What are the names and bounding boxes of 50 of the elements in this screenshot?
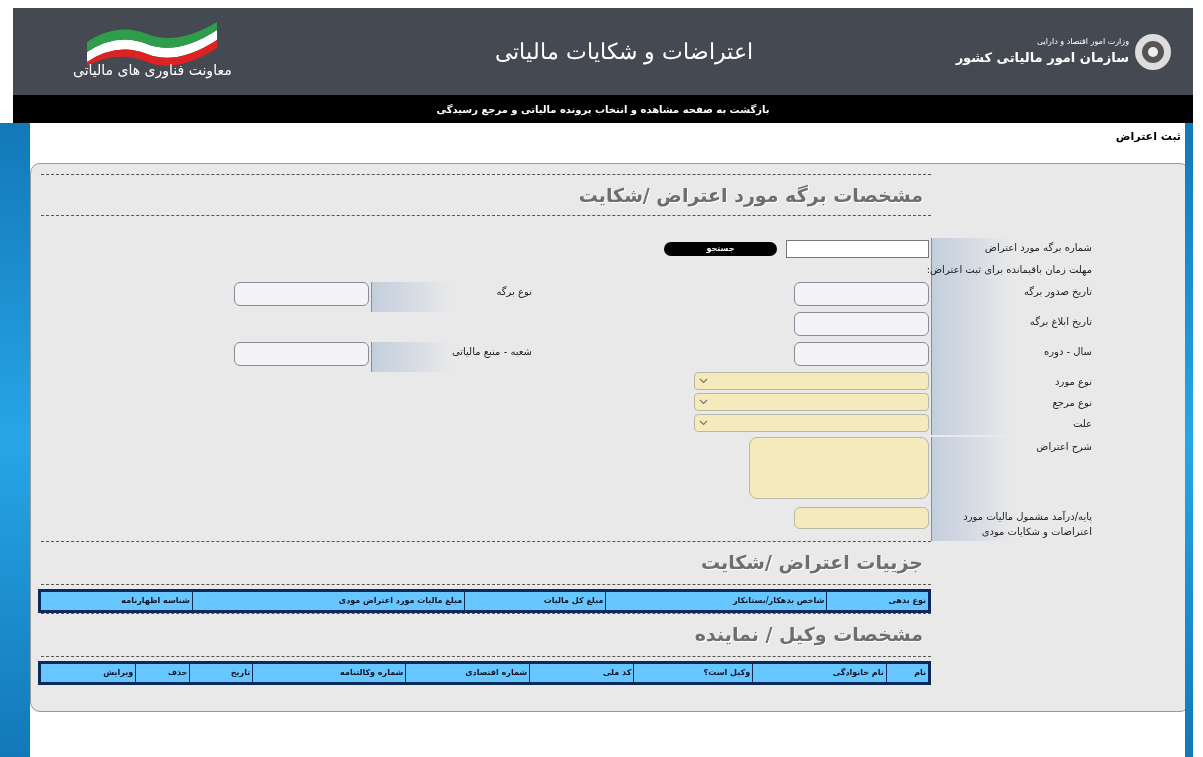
field-label: شعبه - منبع مالیاتی: [450, 345, 532, 359]
section-title: مشخصات برگه مورد اعتراض /شکایت: [578, 183, 923, 209]
input-field[interactable]: [794, 312, 929, 336]
field-label: تاریخ ابلاغ برگه: [1028, 315, 1092, 329]
field-label: نوع مورد: [1054, 375, 1092, 389]
chevron-down-icon: [699, 378, 708, 384]
section-title: جزییات اعتراض /شکایت: [700, 550, 923, 576]
input-field[interactable]: [794, 282, 929, 306]
text-area[interactable]: [749, 437, 929, 499]
search-button[interactable]: جستجو: [664, 242, 777, 256]
input-field[interactable]: [234, 282, 369, 306]
column-header: تاریخ: [190, 664, 253, 682]
field-label: شرح اعتراض: [1035, 440, 1092, 454]
field-label: پایه/درآمد مشمول مالیات مورد اعتراضات و شکایات مودی: [962, 509, 1092, 539]
input-field[interactable]: [794, 342, 929, 366]
page-title: ثبت اعتراض: [1115, 128, 1181, 145]
column-header: مبلغ کل مالیات: [465, 592, 606, 610]
section-title: مشخصات وکیل / نماینده: [694, 622, 923, 648]
column-header: وکیل است؟: [634, 664, 753, 682]
input-field[interactable]: [234, 342, 369, 366]
dropdown[interactable]: [694, 393, 929, 411]
column-header: ویرایش: [41, 664, 136, 682]
input-field[interactable]: [794, 507, 929, 529]
emblem-icon: [1133, 31, 1173, 72]
field-label: نوع مرجع: [1051, 396, 1092, 410]
chevron-down-icon: [699, 399, 708, 405]
column-header: نام خانوادگی: [753, 664, 886, 682]
column-header: شاخص بدهکار/بستانکار: [606, 592, 827, 610]
field-label: علت: [1071, 417, 1092, 431]
app-title: اعتراضات و شکایات مالیاتی: [494, 38, 753, 67]
column-header: کد ملی: [530, 664, 634, 682]
column-header: نام: [886, 664, 928, 682]
field-label: شماره برگه مورد اعتراض: [983, 241, 1092, 255]
dropdown[interactable]: [694, 372, 929, 390]
field-label: نوع برگه: [495, 285, 532, 299]
input-field[interactable]: [786, 240, 929, 258]
organization-name: سازمان امور مالیاتی کشور: [955, 48, 1129, 67]
chevron-down-icon: [699, 420, 708, 426]
column-header: مبلغ مالیات مورد اعتراض مودی: [192, 592, 465, 610]
field-label: تاریخ صدور برگه: [1022, 285, 1092, 299]
department-name: معاونت فناوری های مالیاتی: [73, 61, 232, 81]
ministry-name: وزارت امور اقتصاد و دارایی: [1035, 35, 1129, 48]
column-header: شماره وکالتنامه: [253, 664, 406, 682]
column-header: شناسه اظهارنامه: [41, 592, 192, 610]
back-link[interactable]: بازگشت به صفحه مشاهده و انتخاب پرونده مالیاتی و مرجع رسیدگی: [436, 101, 770, 117]
column-header: نوع بدهی: [827, 592, 928, 610]
column-header: شماره اقتصادی: [406, 664, 530, 682]
dropdown[interactable]: [694, 414, 929, 432]
column-header: حذف: [136, 664, 190, 682]
field-label: سال - دوره: [1043, 345, 1092, 359]
